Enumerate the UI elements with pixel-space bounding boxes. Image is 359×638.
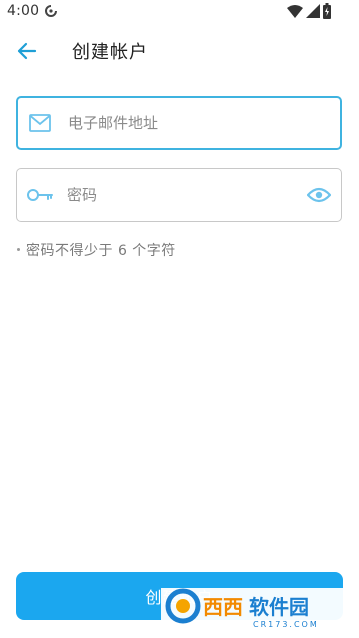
sync-icon — [45, 5, 57, 17]
status-time: 4:00 — [7, 3, 40, 19]
bullet-dot — [17, 248, 20, 251]
status-bar: 4:00 — [0, 0, 359, 24]
password-hint-text: 密码不得少于 6 个字符 — [26, 243, 176, 259]
password-hint: 密码不得少于 6 个字符 — [17, 240, 176, 260]
signal-icon — [306, 4, 320, 18]
mail-icon — [29, 114, 51, 132]
password-field[interactable] — [16, 168, 342, 222]
battery-icon — [323, 3, 331, 19]
password-input[interactable] — [67, 169, 297, 221]
app-bar: 创建帐户 — [0, 24, 359, 76]
svg-text:CR173.COM: CR173.COM — [253, 620, 319, 629]
email-input[interactable] — [68, 98, 298, 148]
page-title: 创建帐户 — [72, 42, 148, 63]
create-account-button[interactable]: 创建帐户 — [16, 572, 343, 620]
email-field[interactable] — [16, 96, 342, 150]
wifi-icon — [287, 5, 303, 18]
key-icon — [27, 189, 53, 201]
back-button[interactable] — [12, 36, 42, 66]
eye-icon[interactable] — [307, 186, 331, 204]
arrow-left-icon — [17, 42, 37, 60]
